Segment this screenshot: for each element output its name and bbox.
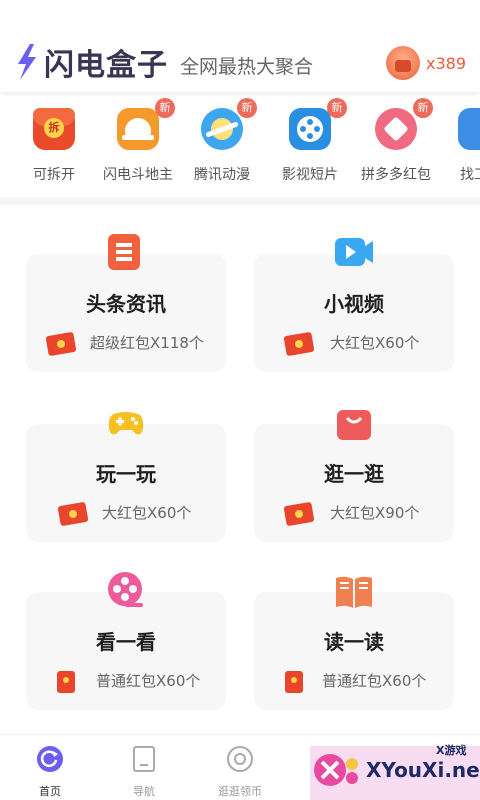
film-reel-icon: 新 [289,98,347,150]
nav-tab-navigation[interactable]: 导航 [94,745,194,799]
home-refresh-icon [37,746,63,772]
quick-item-label: 腾讯动漫 [194,167,250,183]
new-badge: 新 [155,98,175,118]
avatar[interactable] [386,46,420,80]
navigation-icon [133,746,155,772]
quick-nav-row: 拆 可拆开 新 闪电斗地主 新 腾讯动漫 新 影视短片 新 拼多多红包 找 [0,96,480,196]
card-reward: 大红包X60个 [102,504,192,522]
watermark-small-text: X游戏 [436,744,467,757]
eye-icon [227,746,253,772]
red-envelope-icon [46,332,76,356]
quick-item-pdd-redpacket[interactable]: 新 拼多多红包 [348,98,444,184]
quick-item-label: 影视短片 [282,167,338,183]
red-envelope-icon: 拆 [33,108,75,150]
red-envelope-icon [284,332,314,356]
red-envelope-icon [285,671,303,693]
card-reward: 普通红包X60个 [96,672,201,690]
gamepad-icon [108,412,144,435]
nav-tab-label: 导航 [133,785,155,798]
app-logo-text: 闪电盒子 [44,48,168,83]
quick-item-doudizhu[interactable]: 新 闪电斗地主 [90,98,186,184]
book-icon [336,576,372,608]
new-badge: 新 [237,98,257,118]
news-icon [108,234,140,270]
nav-tab-label: 首页 [39,785,61,798]
heart-gift-icon: 新 [375,98,433,150]
planet-icon: 新 [201,98,257,150]
quick-item-label: 闪电斗地主 [103,167,173,183]
card-title: 逛一逛 [324,462,384,486]
film-reel-icon [108,572,143,607]
quick-item-find-job[interactable]: 找工 [438,106,480,184]
quick-item-chaikai[interactable]: 拆 可拆开 [6,106,102,184]
avatar-face [395,60,411,72]
red-envelope-icon [284,502,314,526]
quick-item-label: 找工 [460,167,480,183]
quick-item-tencent-comic[interactable]: 新 腾讯动漫 [174,98,270,184]
lightning-icon [18,44,36,80]
card-reward: 大红包X60个 [330,334,420,352]
quick-item-label: 拼多多红包 [361,167,431,183]
nav-tab-browse-coins[interactable]: 逛逛领币 [190,745,290,799]
red-envelope-icon [58,502,88,526]
quick-item-video-shorts[interactable]: 新 影视短片 [262,98,358,184]
card-reward: 普通红包X60个 [322,672,427,690]
red-envelope-icon [57,671,75,693]
helmet-icon: 新 [117,98,175,150]
app-slogan: 全网最热大聚合 [180,56,314,78]
video-icon [335,238,373,266]
new-badge: 新 [327,98,347,118]
briefcase-icon [458,108,480,150]
card-title: 看一看 [96,630,156,654]
new-badge: 新 [413,98,433,118]
card-title: 小视频 [324,292,384,316]
card-reward: 大红包X90个 [330,504,420,522]
shopping-bag-icon [337,410,371,440]
nav-tab-label: 逛逛领币 [218,785,262,798]
card-title: 头条资讯 [86,292,166,316]
section-divider [0,197,480,205]
app-header: 闪电盒子 全网最热大聚合 x389 [0,0,480,92]
quick-item-label: 可拆开 [33,167,75,183]
card-title: 玩一玩 [96,462,156,486]
nav-tab-home[interactable]: 首页 [0,745,100,799]
card-title: 读一读 [324,630,384,654]
coin-count[interactable]: x389 [426,54,466,73]
card-reward: 超级红包X118个 [90,334,204,352]
envelope-seal: 拆 [44,118,64,138]
watermark-text: XYouXi.net [366,758,480,782]
